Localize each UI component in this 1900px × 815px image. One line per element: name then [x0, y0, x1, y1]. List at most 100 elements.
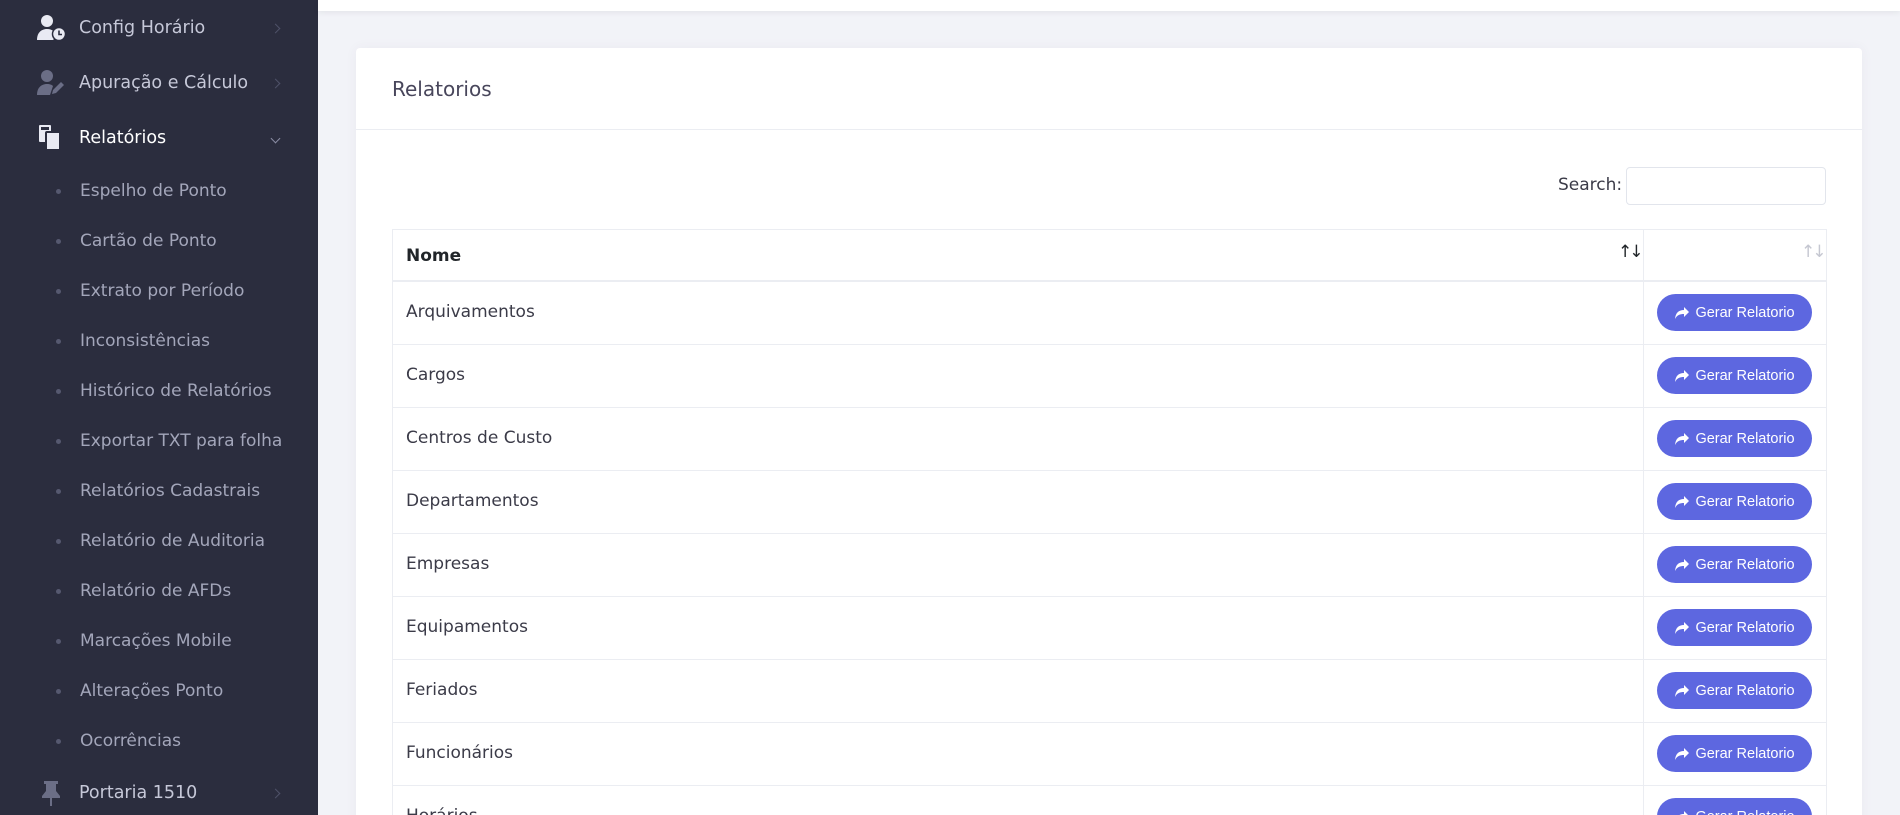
copy-documents-icon [36, 123, 66, 153]
submenu-label: Exportar TXT para folha [80, 431, 283, 451]
report-name: Centros de Custo [406, 428, 553, 448]
cell-nome: Horários [393, 786, 1644, 815]
generate-report-button[interactable]: Gerar Relatorio [1657, 672, 1812, 709]
submenu-label: Histórico de Relatórios [80, 381, 272, 401]
search-input[interactable] [1626, 167, 1826, 205]
submenu-item[interactable]: Relatórios Cadastrais [0, 466, 318, 516]
submenu-label: Ocorrências [80, 731, 182, 751]
table-row: Cargos Gerar Relatorio [392, 345, 1827, 408]
generate-report-button[interactable]: Gerar Relatorio [1657, 735, 1812, 772]
bullet-icon [56, 588, 61, 594]
bullet-icon [56, 188, 61, 194]
share-arrow-icon [1675, 621, 1690, 634]
user-edit-icon [36, 68, 66, 98]
table-row: Arquivamentos Gerar Relatorio [392, 282, 1827, 345]
bullet-icon [56, 338, 61, 344]
menu-item-apuracao-calculo[interactable]: Apuração e Cálculo [0, 58, 318, 108]
cell-nome: Centros de Custo [393, 408, 1644, 470]
report-name: Cargos [406, 365, 466, 385]
button-label: Gerar Relatorio [1695, 493, 1795, 510]
submenu-item[interactable]: Alterações Ponto [0, 666, 318, 716]
bullet-icon [56, 488, 61, 494]
table-header: Nome ↑↓ ↑↓ [392, 229, 1827, 282]
submenu-label: Inconsistências [80, 331, 210, 351]
submenu-item[interactable]: Marcações Mobile [0, 616, 318, 666]
submenu-item[interactable]: Exportar TXT para folha [0, 416, 318, 466]
share-arrow-icon [1675, 747, 1690, 760]
chevron-right-icon [270, 788, 281, 798]
button-label: Gerar Relatorio [1695, 809, 1794, 815]
table-row: Centros de Custo Gerar Relatorio [392, 408, 1827, 471]
submenu-label: Alterações Ponto [80, 681, 224, 701]
menu-label: Portaria 1510 [79, 783, 198, 803]
generate-report-button[interactable]: Gerar Relatorio [1657, 294, 1812, 331]
table-row: Funcionários Gerar Relatorio [392, 723, 1827, 786]
cell-nome: Feriados [393, 660, 1644, 722]
report-name: Horários [406, 806, 478, 815]
bullet-icon [56, 738, 61, 744]
bullet-icon [56, 438, 61, 444]
button-label: Gerar Relatorio [1695, 430, 1795, 447]
submenu-label: Extrato por Período [80, 281, 245, 301]
submenu-label: Cartão de Ponto [80, 231, 217, 251]
report-name: Equipamentos [406, 617, 528, 637]
report-name: Feriados [406, 680, 478, 700]
page-title: Relatorios [392, 77, 492, 101]
menu-item-relatorios[interactable]: Relatórios [0, 113, 318, 163]
menu-item-config-horario[interactable]: Config Horário [0, 3, 318, 53]
card-header: Relatorios [356, 48, 1862, 130]
generate-report-button[interactable]: Gerar Relatorio [1657, 546, 1812, 583]
button-label: Gerar Relatorio [1695, 304, 1795, 321]
menu-label: Relatórios [79, 128, 167, 148]
report-name: Departamentos [406, 491, 539, 511]
bullet-icon [56, 288, 61, 294]
share-arrow-icon [1675, 432, 1690, 445]
submenu-label: Marcações Mobile [80, 631, 232, 651]
reports-card: Relatorios Search: Nome ↑↓ ↑↓ Arquivamen… [356, 48, 1862, 815]
column-header-actions[interactable]: ↑↓ [1644, 230, 1826, 281]
submenu-item[interactable]: Relatório de AFDs [0, 566, 318, 616]
submenu-item[interactable]: Relatório de Auditoria [0, 516, 318, 566]
report-name: Empresas [406, 554, 490, 574]
menu-label: Apuração e Cálculo [79, 73, 249, 93]
table-row: Equipamentos Gerar Relatorio [392, 597, 1827, 660]
bullet-icon [56, 688, 61, 694]
table-row: Horários Gerar Relatorio [392, 786, 1827, 815]
generate-report-button[interactable]: Gerar Relatorio [1657, 483, 1812, 520]
cell-nome: Departamentos [393, 471, 1644, 533]
generate-report-button[interactable]: Gerar Relatorio [1657, 420, 1812, 457]
submenu-item[interactable]: Cartão de Ponto [0, 216, 318, 266]
submenu-item[interactable]: Ocorrências [0, 716, 318, 766]
user-clock-icon [36, 13, 66, 43]
submenu-label: Relatório de AFDs [80, 581, 232, 601]
submenu-label: Relatórios Cadastrais [80, 481, 261, 501]
table-row: Feriados Gerar Relatorio [392, 660, 1827, 723]
generate-report-button[interactable]: Gerar Relatorio [1657, 609, 1812, 646]
submenu-item[interactable]: Inconsistências [0, 316, 318, 366]
button-label: Gerar Relatorio [1695, 367, 1795, 384]
thumbtack-icon [36, 778, 66, 808]
share-arrow-icon [1675, 558, 1690, 571]
bullet-icon [56, 638, 61, 644]
bullet-icon [56, 538, 61, 544]
button-label: Gerar Relatorio [1695, 682, 1795, 699]
table-row: Departamentos Gerar Relatorio [392, 471, 1827, 534]
share-arrow-icon [1679, 810, 1689, 815]
share-arrow-icon [1675, 369, 1690, 382]
top-header [318, 0, 1900, 11]
column-header-nome[interactable]: Nome ↑↓ [393, 230, 1644, 281]
button-label: Gerar Relatorio [1695, 745, 1795, 762]
sort-icon: ↑↓ [1618, 242, 1643, 262]
menu-item-portaria-1510[interactable]: Portaria 1510 [0, 768, 318, 815]
share-arrow-icon [1675, 495, 1690, 508]
search-label: Search: [1558, 175, 1623, 195]
submenu-item[interactable]: Histórico de Relatórios [0, 366, 318, 416]
button-label: Gerar Relatorio [1695, 556, 1795, 573]
submenu-item[interactable]: Extrato por Período [0, 266, 318, 316]
cell-nome: Empresas [393, 534, 1644, 596]
submenu-item[interactable]: Espelho de Ponto [0, 166, 318, 216]
cell-nome: Equipamentos [393, 597, 1644, 659]
report-name: Arquivamentos [406, 302, 535, 322]
generate-report-button[interactable]: Gerar Relatorio [1657, 357, 1812, 394]
generate-report-button[interactable]: Gerar Relatorio [1657, 798, 1812, 815]
